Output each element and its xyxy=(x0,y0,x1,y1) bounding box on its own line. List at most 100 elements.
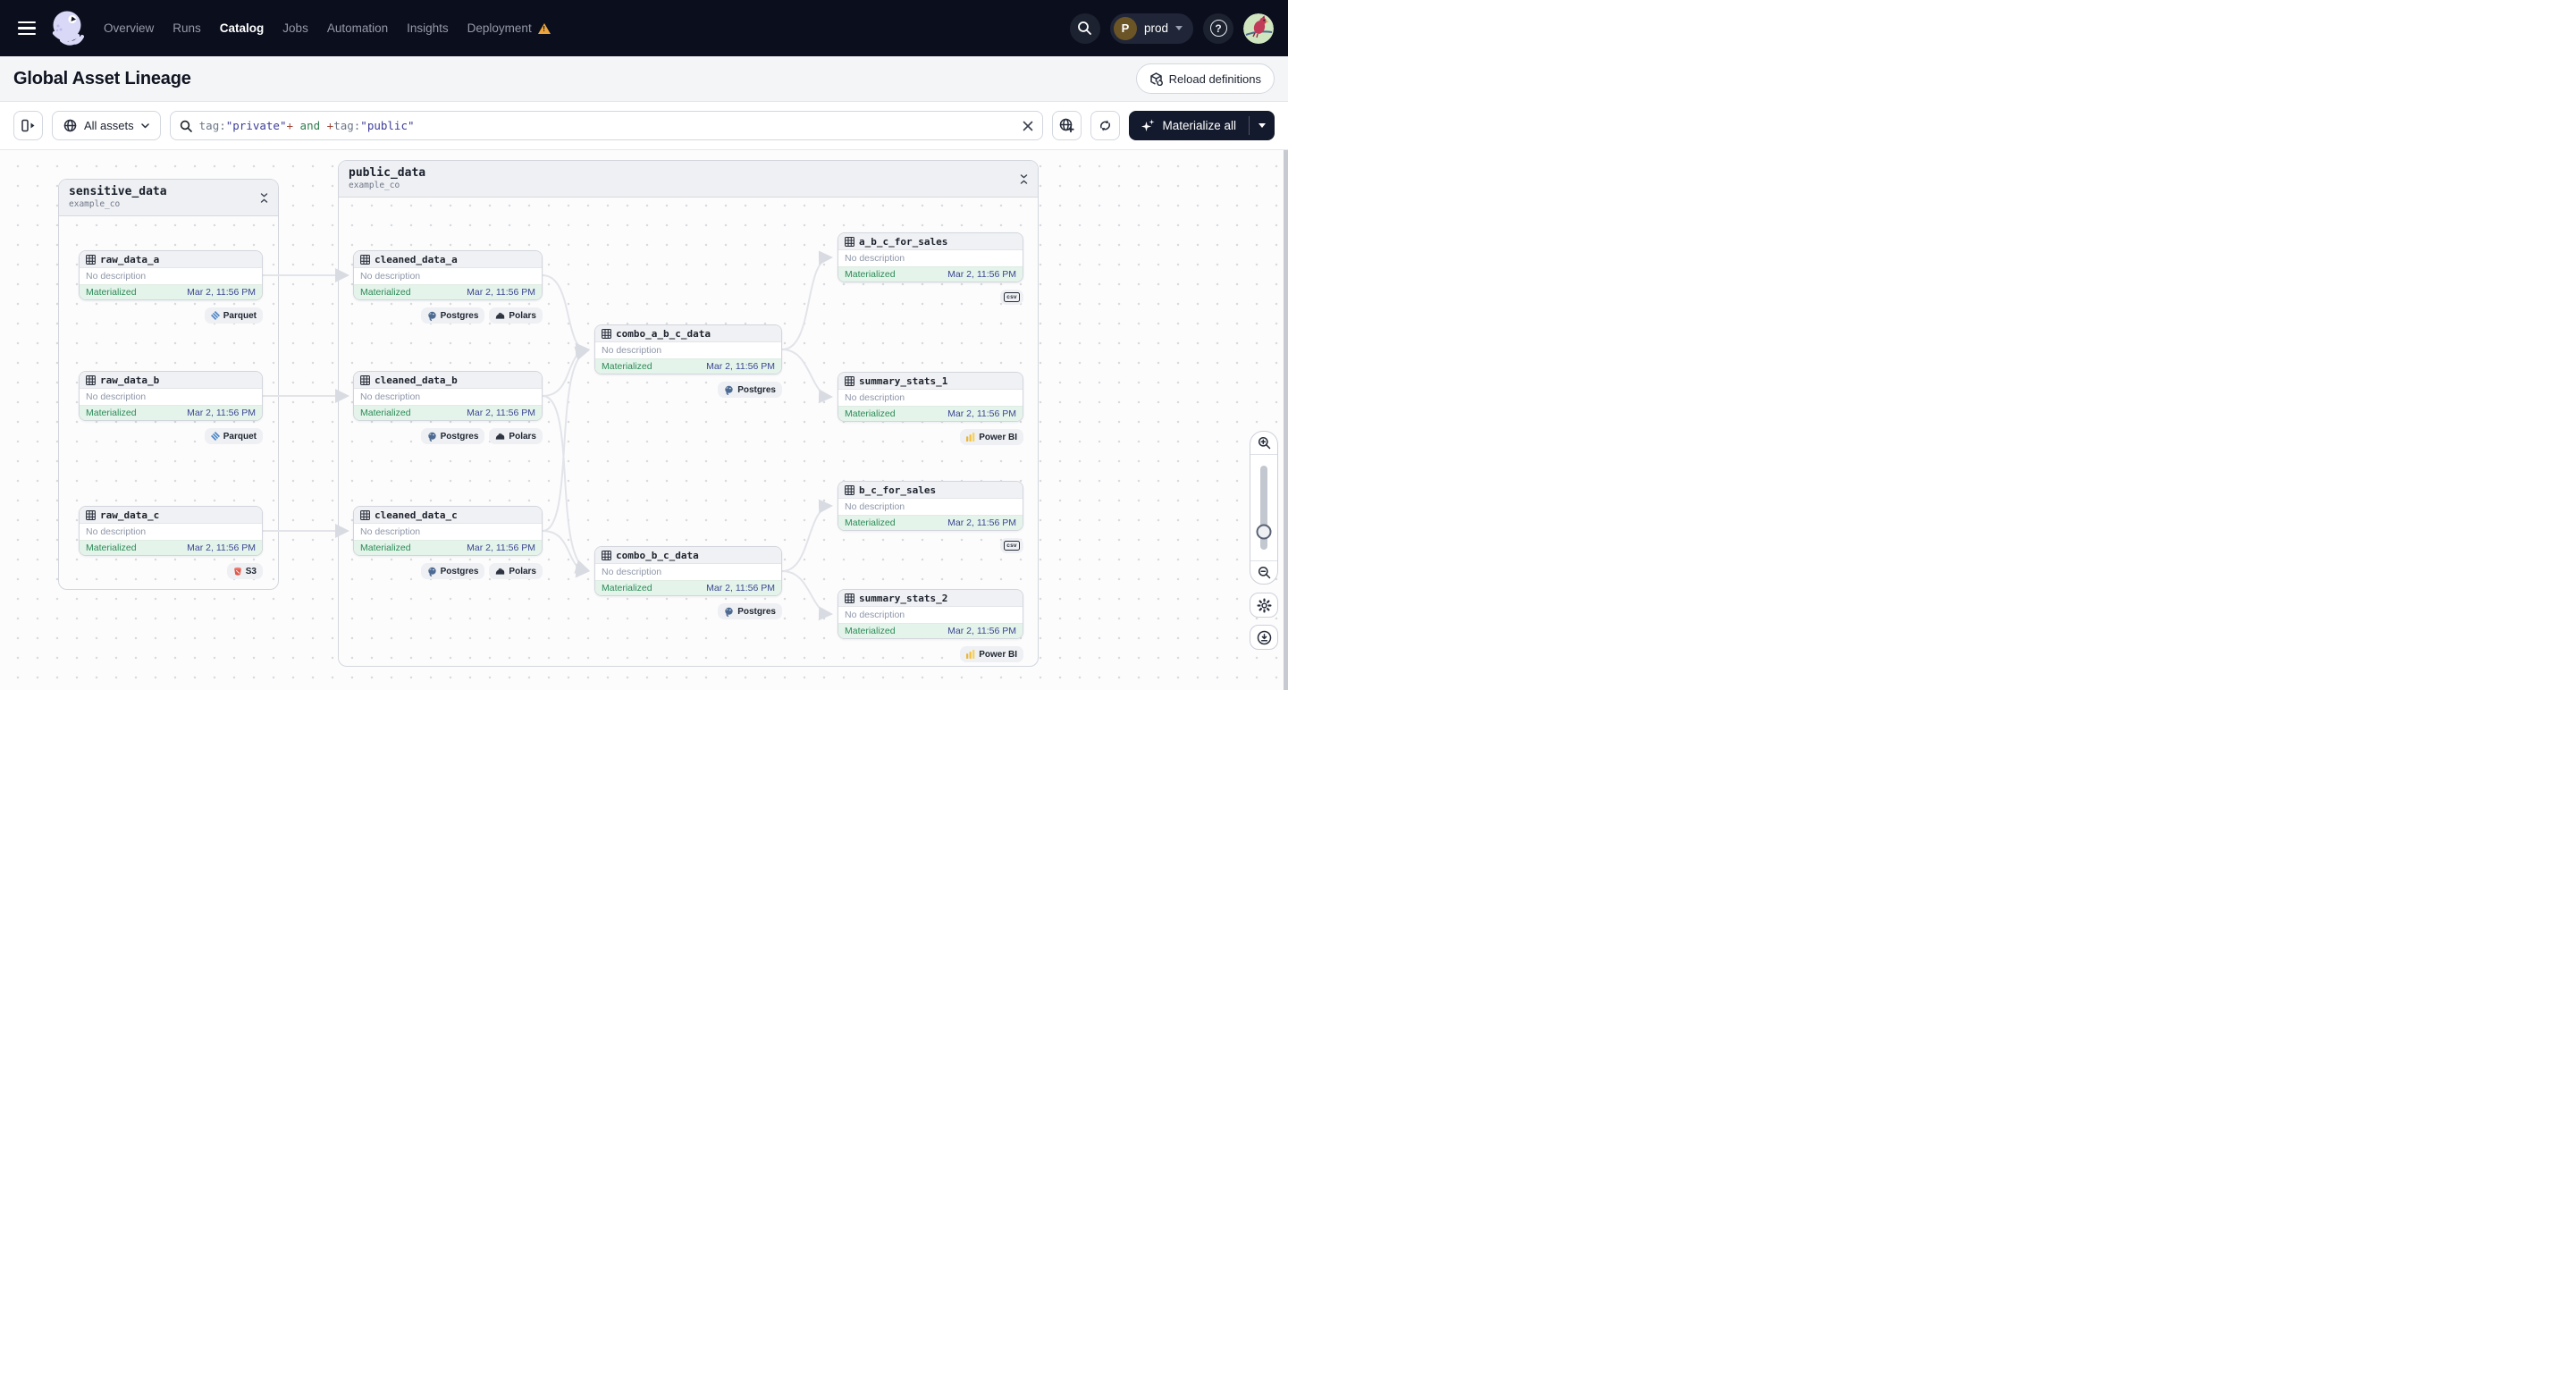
asset-node-raw-data-b[interactable]: raw_data_b No description Materialized Ma… xyxy=(79,371,263,421)
asset-name: b_c_for_sales xyxy=(859,484,937,496)
tag-s3[interactable]: S3 xyxy=(226,563,263,579)
asset-name: raw_data_a xyxy=(100,253,160,265)
clear-search-button[interactable] xyxy=(1023,121,1033,131)
dagster-logo[interactable] xyxy=(48,8,89,49)
powerbi-icon xyxy=(966,433,975,442)
table-icon xyxy=(845,375,854,386)
postgres-icon xyxy=(427,311,436,321)
powerbi-icon xyxy=(966,650,975,659)
asset-name: combo_b_c_data xyxy=(616,549,699,561)
nav-item-runs[interactable]: Runs xyxy=(173,21,201,35)
new-tab-globe-button[interactable] xyxy=(1052,111,1082,140)
asset-tags-raw-data-a: Parquet xyxy=(79,307,263,324)
asset-node-combo-b-c-data[interactable]: combo_b_c_data No description Materializ… xyxy=(594,546,782,596)
tag-csv[interactable]: csv xyxy=(1000,538,1023,553)
user-avatar[interactable] xyxy=(1243,13,1274,44)
graph-settings-button[interactable] xyxy=(1250,593,1278,618)
asset-timestamp: Mar 2, 11:56 PM xyxy=(187,407,256,418)
asset-tags-raw-data-b: Parquet xyxy=(79,428,263,444)
cardinal-avatar-image xyxy=(1243,13,1274,44)
postgres-icon xyxy=(427,567,436,576)
zoom-out-button[interactable] xyxy=(1250,561,1277,584)
environment-switcher[interactable]: P prod xyxy=(1109,13,1193,44)
zoom-slider-thumb[interactable] xyxy=(1256,524,1272,540)
lineage-graph-canvas[interactable]: sensitive_data example_co public_data ex… xyxy=(0,150,1288,690)
asset-description: No description xyxy=(86,270,147,282)
tag-postgres[interactable]: Postgres xyxy=(420,563,485,579)
asset-status: Materialized xyxy=(86,542,137,553)
asset-node-cleaned-data-b[interactable]: cleaned_data_b No description Materializ… xyxy=(353,371,543,421)
table-icon xyxy=(845,236,854,247)
tag-postgres[interactable]: Postgres xyxy=(718,382,782,398)
tag-parquet[interactable]: Parquet xyxy=(204,428,263,444)
asset-tags-cleaned-data-c: Postgres Polars xyxy=(353,563,543,579)
asset-description: No description xyxy=(86,526,147,537)
asset-timestamp: Mar 2, 11:56 PM xyxy=(467,286,535,298)
asset-node-summary-stats-2[interactable]: summary_stats_2 No description Materiali… xyxy=(838,589,1023,639)
asset-node-b-c-for-sales[interactable]: b_c_for_sales No description Materialize… xyxy=(838,481,1023,531)
asset-node-cleaned-data-a[interactable]: cleaned_data_a No description Materializ… xyxy=(353,250,543,300)
nav-item-overview[interactable]: Overview xyxy=(104,21,154,35)
tag-postgres[interactable]: Postgres xyxy=(420,307,485,324)
nav-item-catalog[interactable]: Catalog xyxy=(220,21,265,35)
asset-node-combo-a-b-c-data[interactable]: combo_a_b_c_data No description Material… xyxy=(594,324,782,374)
asset-status: Materialized xyxy=(845,517,896,528)
nav-item-jobs[interactable]: Jobs xyxy=(282,21,308,35)
reload-cube-icon xyxy=(1149,72,1163,86)
nav-item-automation[interactable]: Automation xyxy=(327,21,388,35)
asset-tags-a-b-c-for-sales: csv xyxy=(838,290,1023,305)
tag-postgres[interactable]: Postgres xyxy=(420,428,485,444)
tag-powerbi[interactable]: Power BI xyxy=(960,429,1023,445)
tag-postgres[interactable]: Postgres xyxy=(718,603,782,619)
asset-scope-dropdown[interactable]: All assets xyxy=(52,111,161,140)
nav-item-deployment[interactable]: Deployment xyxy=(467,21,551,35)
tag-powerbi[interactable]: Power BI xyxy=(960,646,1023,662)
reload-definitions-button[interactable]: Reload definitions xyxy=(1135,63,1275,94)
asset-name: cleaned_data_a xyxy=(375,253,458,265)
asset-description: No description xyxy=(845,609,905,620)
parquet-icon xyxy=(210,311,220,320)
asset-timestamp: Mar 2, 11:56 PM xyxy=(187,542,256,553)
gear-icon xyxy=(1257,598,1271,612)
zoom-in-button[interactable] xyxy=(1250,432,1277,454)
nav-item-insights[interactable]: Insights xyxy=(407,21,449,35)
vertical-scrollbar[interactable] xyxy=(1284,150,1288,690)
zoom-slider[interactable] xyxy=(1250,454,1277,561)
asset-tags-summary-stats-2: Power BI xyxy=(838,646,1023,662)
asset-node-a-b-c-for-sales[interactable]: a_b_c_for_sales No description Materiali… xyxy=(838,232,1023,282)
asset-tags-cleaned-data-b: Postgres Polars xyxy=(353,428,543,444)
parquet-icon xyxy=(210,432,220,441)
tag-csv[interactable]: csv xyxy=(1000,290,1023,305)
asset-node-summary-stats-1[interactable]: summary_stats_1 No description Materiali… xyxy=(838,372,1023,422)
tag-polars[interactable]: Polars xyxy=(489,563,543,579)
materialize-options-button[interactable] xyxy=(1250,111,1275,140)
tag-parquet[interactable]: Parquet xyxy=(204,307,263,324)
asset-name: raw_data_c xyxy=(100,509,160,521)
tag-polars[interactable]: Polars xyxy=(489,307,543,324)
polars-icon xyxy=(496,433,505,440)
asset-node-cleaned-data-c[interactable]: cleaned_data_c No description Materializ… xyxy=(353,506,543,556)
asset-tags-combo-b-c-data: Postgres xyxy=(594,603,782,619)
materialize-all-button[interactable]: Materialize all xyxy=(1129,111,1275,140)
hamburger-menu-icon[interactable] xyxy=(18,21,36,36)
polars-icon xyxy=(496,312,505,319)
help-icon: ? xyxy=(1209,20,1227,37)
refresh-button[interactable] xyxy=(1090,111,1121,140)
table-icon xyxy=(86,374,96,385)
zoom-control-panel xyxy=(1250,431,1278,585)
asset-status: Materialized xyxy=(86,286,137,298)
asset-search-input[interactable]: tag:"private"+ and +tag:"public" xyxy=(169,111,1044,140)
help-button[interactable]: ? xyxy=(1203,13,1233,44)
open-left-panel-button[interactable] xyxy=(13,111,43,140)
asset-scope-label: All assets xyxy=(84,119,134,132)
asset-description: No description xyxy=(845,501,905,512)
asset-node-raw-data-a[interactable]: raw_data_a No description Materialized Ma… xyxy=(79,250,263,300)
asset-name: cleaned_data_b xyxy=(375,374,458,386)
asset-node-raw-data-c[interactable]: raw_data_c No description Materialized Ma… xyxy=(79,506,263,556)
table-icon xyxy=(845,593,854,603)
polars-icon xyxy=(496,568,505,575)
download-graph-button[interactable] xyxy=(1250,625,1278,650)
tag-polars[interactable]: Polars xyxy=(489,428,543,444)
search-button[interactable] xyxy=(1069,13,1100,44)
table-icon xyxy=(360,254,370,265)
